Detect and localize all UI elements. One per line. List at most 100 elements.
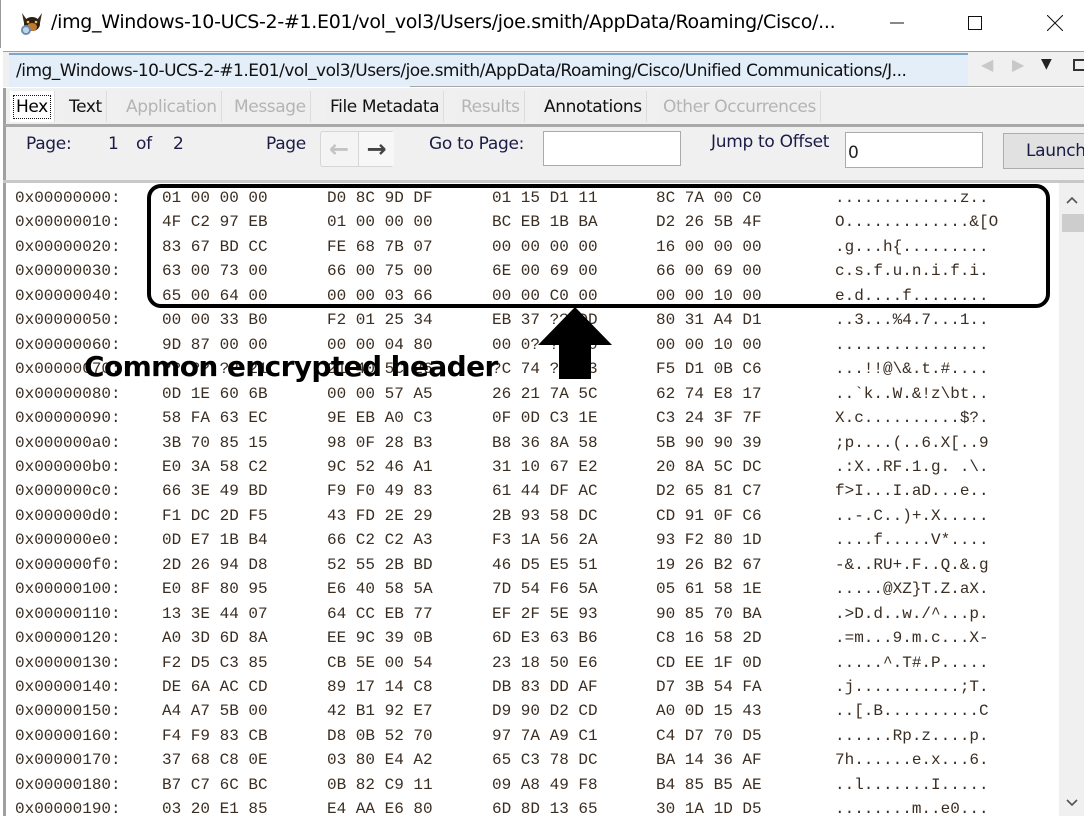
hex-bytes-group-1: DE 6A AC CD [162,678,268,696]
hex-viewer-toolbar: Page: 1 of 2 Page ← → Go to Page: Jump t… [3,124,1084,180]
hex-offset: 0x00000080: [15,384,121,403]
hex-ascii: c.s.f.u.n.i.f.i. [835,262,989,281]
hex-bytes-group-1: 03 20 E1 85 [162,800,268,816]
chevron-up-icon [1065,196,1078,204]
go-to-page-label: Go to Page: [429,134,525,154]
hex-ascii: .>D.d..w./^...p. [835,604,989,623]
hex-ascii: ....f.....V*.... [835,531,989,550]
previous-page-button[interactable]: ← [321,132,357,166]
hex-ascii: ;p....(..6.X[..9 [835,433,989,452]
tab-application: Application [122,91,222,122]
hex-bytes-group-3: 6D 8D 13 65 [492,800,598,816]
hex-bytes-group-3: BC EB 1B BA [492,213,598,232]
hex-bytes-group-2: 98 0F 28 B3 [327,433,433,452]
hex-bytes-group-2: E6 40 58 5A [327,580,433,599]
tab-results-label: Results [461,96,520,117]
hex-bytes-group-1: 01 00 00 00 [162,189,268,207]
tab-hex[interactable]: Hex [10,91,55,122]
hex-bytes-group-2: E4 AA E6 80 [327,800,433,816]
hex-bytes-group-4: 19 26 B2 67 [656,555,762,574]
hex-offset: 0x00000110: [15,604,121,623]
maximize-button[interactable] [945,0,1005,46]
hex-bytes-group-1: 0D 1E 60 6B [162,384,268,403]
next-page-button[interactable]: → [358,132,394,166]
hex-ascii: ........m..e0... [835,800,989,816]
hex-bytes-group-4: 05 61 58 1E [656,580,762,599]
hex-bytes-group-1: F1 DC 2D F5 [162,506,268,525]
arrow-right-icon: → [366,135,387,163]
hex-bytes-group-2: 66 00 75 00 [327,262,433,281]
hex-bytes-group-4: 16 00 00 00 [656,237,762,256]
tab-file-metadata[interactable]: File Metadata [326,91,445,122]
hex-bytes-group-1: 83 67 BD CC [162,237,268,256]
hex-dump-view[interactable]: 0x00000000: 01 00 00 00 D0 8C 9D DF 01 15 D… [3,183,1059,816]
hex-ascii: .:X..RF.1.g. .\. [835,457,989,476]
hex-bytes-group-3: 46 D5 E5 51 [492,555,598,574]
hex-ascii: ......Rp.z....p. [835,726,989,745]
hex-offset: 0x00000130: [15,653,121,672]
hex-bytes-group-2: 0B 82 C9 11 [327,775,433,794]
hex-bytes-group-4: C8 16 58 2D [656,629,762,648]
tab-strip-divider [410,86,1084,87]
tab-list-dropdown-icon[interactable]: ▼ [1041,56,1052,72]
hex-offset: 0x00000090: [15,409,121,428]
hex-bytes-group-2: D0 8C 9D DF [327,189,433,207]
hex-bytes-group-3: 01 15 D1 11 [492,189,598,207]
hex-bytes-group-3: F3 1A 56 2A [492,531,598,550]
hex-bytes-group-3: EF 2F 5E 93 [492,604,598,623]
close-button[interactable] [1025,0,1084,46]
file-path-tab[interactable]: /img_Windows-10-UCS-2-#1.E01/vol_vol3/Us… [9,53,968,87]
scrollbar-thumb[interactable] [1062,214,1084,232]
hex-bytes-group-3: 6D E3 63 B6 [492,629,598,648]
hex-bytes-group-1: E0 8F 80 95 [162,580,268,599]
hex-bytes-group-4: 66 00 69 00 [656,262,762,281]
hex-bytes-group-1: 66 3E 49 BD [162,482,268,501]
hex-ascii: .j...........;T. [835,678,989,696]
hex-ascii: .g...h{......... [835,237,989,256]
hex-bytes-group-2: 43 FD 2E 29 [327,506,433,525]
tab-scroll-right-icon[interactable]: ▶ [1012,55,1024,74]
hex-bytes-group-2: 64 CC EB 77 [327,604,433,623]
page-label: Page: [26,134,72,154]
hex-bytes-group-1: A0 3D 6D 8A [162,629,268,648]
hex-bytes-group-3: 61 44 DF AC [492,482,598,501]
scroll-up-button[interactable] [1059,187,1084,213]
hex-offset: 0x00000020: [15,237,121,256]
tab-hex-label: Hex [13,94,51,119]
file-path-tab-strip: /img_Windows-10-UCS-2-#1.E01/vol_vol3/Us… [3,51,1084,87]
app-dog-magnifier-icon [21,13,42,35]
jump-to-offset-input[interactable] [845,132,983,168]
launch-hxd-button[interactable]: Launch [1003,133,1084,169]
hex-bytes-group-1: B7 C7 6C BC [162,775,268,794]
hex-ascii: X.c..........$?. [835,409,989,428]
tab-results: Results [457,91,525,122]
hex-bytes-group-1: E0 3A 58 C2 [162,457,268,476]
hex-bytes-group-3: 31 10 67 E2 [492,457,598,476]
hex-bytes-group-4: F5 D1 0B C6 [656,360,762,379]
hex-offset: 0x00000120: [15,629,121,648]
hex-ascii: ..-.C..)+.X..... [835,506,989,525]
hex-ascii: e.d....f........ [835,286,989,305]
hex-bytes-group-1: 4F C2 97 EB [162,213,268,232]
hex-offset: 0x00000180: [15,775,121,794]
hex-bytes-group-2: 52 55 2B BD [327,555,433,574]
vertical-scrollbar[interactable] [1059,183,1084,816]
hex-bytes-group-4: C4 D7 70 D5 [656,726,762,745]
hex-offset: 0x00000140: [15,678,121,696]
hex-offset: 0x000000a0: [15,433,121,452]
hex-bytes-group-2: D8 0B 52 70 [327,726,433,745]
tab-maximize-icon[interactable] [1073,59,1084,71]
hex-bytes-group-4: 62 74 E8 17 [656,384,762,403]
hex-bytes-group-3: 7D 54 F6 5A [492,580,598,599]
page-of-label: of [136,134,152,154]
tab-text[interactable]: Text [65,91,107,122]
go-to-page-input[interactable] [543,131,681,166]
tab-annotations[interactable]: Annotations [540,91,647,122]
hex-bytes-group-2: CB 5E 00 54 [327,653,433,672]
hex-bytes-group-4: B4 85 B5 AE [656,775,762,794]
tab-scroll-left-icon[interactable]: ◀ [981,55,993,74]
close-icon [1047,15,1063,31]
file-path-label: /img_Windows-10-UCS-2-#1.E01/vol_vol3/Us… [16,61,907,81]
minimize-button[interactable] [867,0,927,46]
scroll-down-button[interactable] [1059,790,1084,816]
